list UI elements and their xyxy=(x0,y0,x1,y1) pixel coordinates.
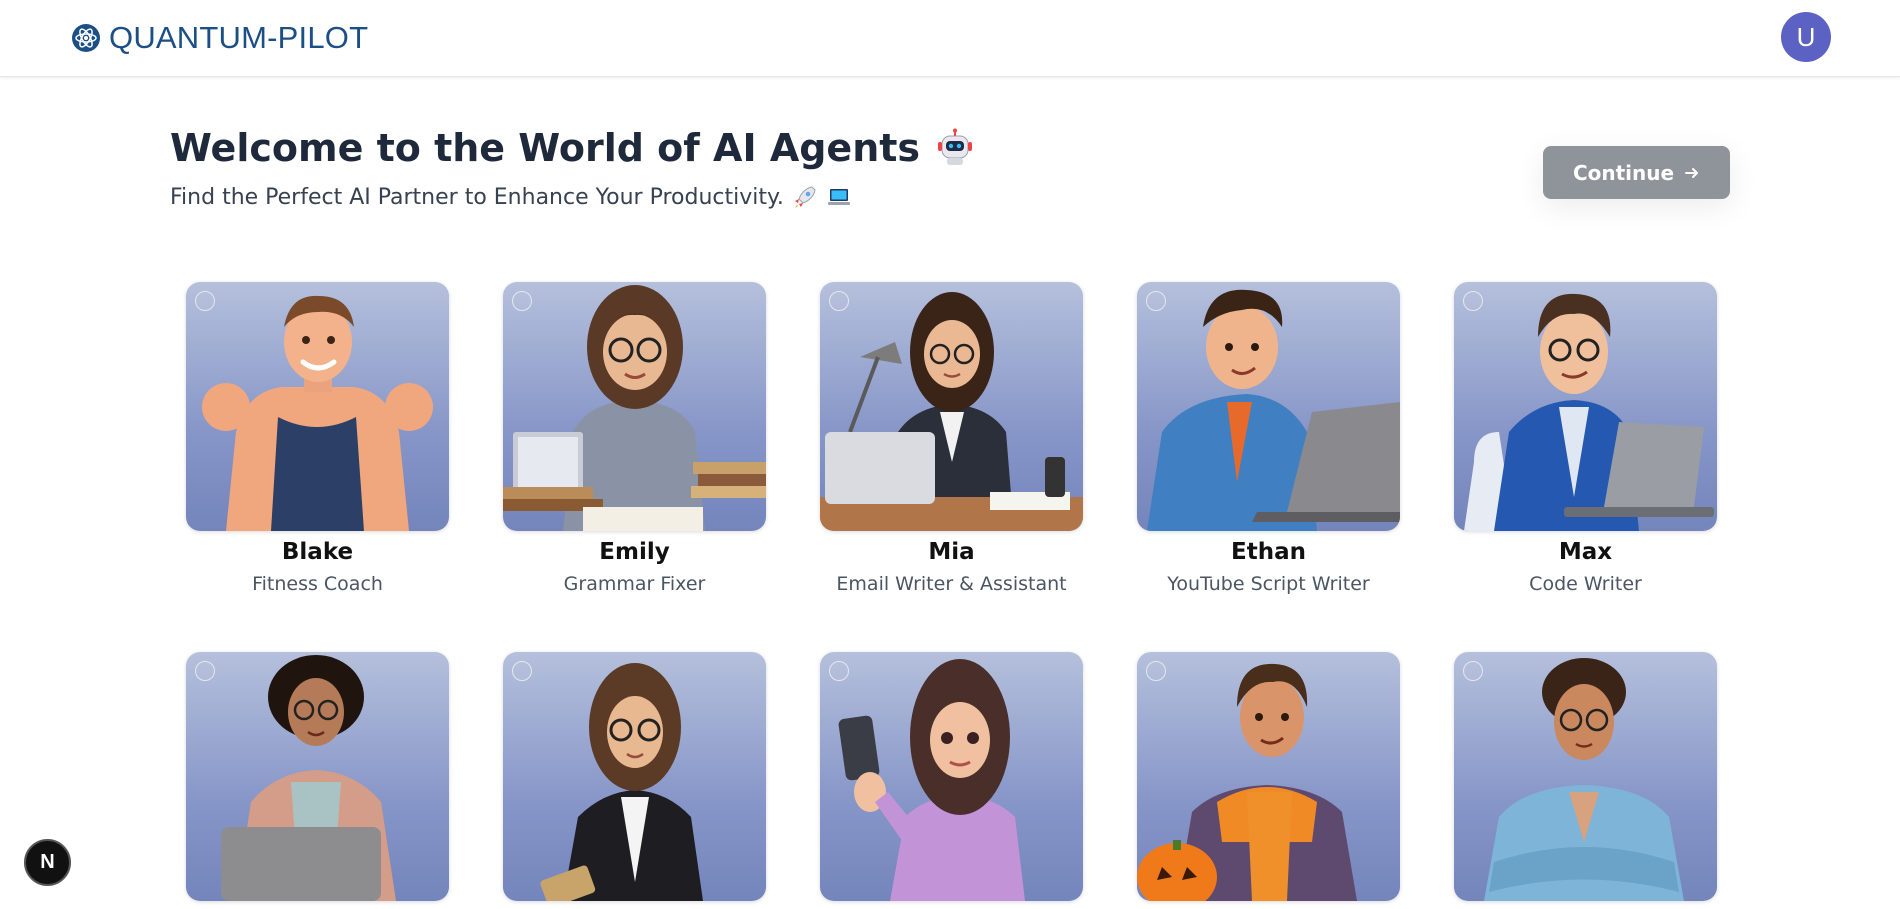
grammar-fixer-illustration xyxy=(503,285,766,531)
agent-card[interactable] xyxy=(1454,652,1717,909)
dev-tools-badge[interactable]: N xyxy=(24,839,71,886)
agent-select-radio[interactable] xyxy=(195,291,215,311)
agent-avatar-image[interactable] xyxy=(186,282,449,531)
agent-avatar-image[interactable] xyxy=(820,282,1083,531)
agent-select-radio[interactable] xyxy=(829,291,849,311)
agent-avatar-image[interactable] xyxy=(186,652,449,901)
robot-icon xyxy=(938,128,973,165)
continue-button[interactable]: Continue xyxy=(1543,146,1730,199)
agent-avatar-image[interactable] xyxy=(820,652,1083,901)
agent-select-radio[interactable] xyxy=(512,291,532,311)
agent-role: Email Writer & Assistant xyxy=(836,573,1067,595)
rocket-icon xyxy=(794,186,816,208)
agent-illustration xyxy=(838,659,1025,901)
agent-card[interactable]: Ethan YouTube Script Writer xyxy=(1137,282,1400,595)
agent-role: Fitness Coach xyxy=(252,573,383,595)
page-title-text: Welcome to the World of AI Agents xyxy=(170,126,921,170)
page-subtitle: Find the Perfect AI Partner to Enhance Y… xyxy=(170,184,852,210)
atom-icon xyxy=(72,24,100,52)
agent-name: Max xyxy=(1558,539,1613,565)
continue-button-label: Continue xyxy=(1572,160,1675,185)
agent-avatar-image[interactable] xyxy=(1454,652,1717,901)
arrow-right-icon xyxy=(1685,167,1699,178)
page-title: Welcome to the World of AI Agents xyxy=(170,126,976,170)
youtube-script-writer-illustration xyxy=(1147,289,1400,531)
agent-card[interactable] xyxy=(186,652,449,909)
agent-name: Emily xyxy=(599,539,670,565)
agent-card[interactable]: Blake Fitness Coach xyxy=(186,282,449,595)
agent-name: Ethan xyxy=(1231,539,1306,565)
user-avatar[interactable]: U xyxy=(1781,12,1831,62)
agent-avatar-image[interactable] xyxy=(1454,282,1717,531)
agent-illustration xyxy=(540,663,703,901)
fitness-coach-illustration xyxy=(202,295,433,531)
agent-card[interactable]: Mia Email Writer & Assistant xyxy=(820,282,1083,595)
email-writer-illustration xyxy=(820,292,1083,531)
agent-select-radio[interactable] xyxy=(1146,661,1166,681)
agent-role: Grammar Fixer xyxy=(563,573,706,595)
agent-card[interactable]: Max Code Writer xyxy=(1454,282,1717,595)
code-writer-illustration xyxy=(1464,293,1714,531)
agent-card[interactable]: Emily Grammar Fixer xyxy=(503,282,766,595)
page-subtitle-text: Find the Perfect AI Partner to Enhance Y… xyxy=(170,184,784,210)
agent-role: Code Writer xyxy=(1529,573,1642,595)
agent-name: Blake xyxy=(281,539,354,565)
agent-select-radio[interactable] xyxy=(1146,291,1166,311)
agent-select-radio[interactable] xyxy=(829,661,849,681)
agent-card[interactable] xyxy=(1137,652,1400,909)
agent-select-radio[interactable] xyxy=(1463,291,1483,311)
agent-illustration xyxy=(1484,658,1684,901)
agent-avatar-image[interactable] xyxy=(503,282,766,531)
agent-illustration xyxy=(221,655,396,901)
laptop-icon xyxy=(827,189,850,205)
brand-name: QUANTUM-PILOT xyxy=(109,20,369,55)
agent-avatar-image[interactable] xyxy=(1137,282,1400,531)
agent-avatar-image[interactable] xyxy=(503,652,766,901)
agent-select-radio[interactable] xyxy=(195,661,215,681)
agent-avatar-image[interactable] xyxy=(1137,652,1400,901)
agent-select-radio[interactable] xyxy=(512,661,532,681)
agent-role: YouTube Script Writer xyxy=(1167,573,1370,595)
brand-logo[interactable]: QUANTUM-PILOT xyxy=(71,18,368,58)
top-navbar: QUANTUM-PILOT U xyxy=(0,0,1900,77)
agent-name: Mia xyxy=(928,539,975,565)
agent-illustration xyxy=(1137,663,1357,901)
agent-select-radio[interactable] xyxy=(1463,661,1483,681)
agent-card[interactable] xyxy=(820,652,1083,909)
agent-card[interactable] xyxy=(503,652,766,909)
